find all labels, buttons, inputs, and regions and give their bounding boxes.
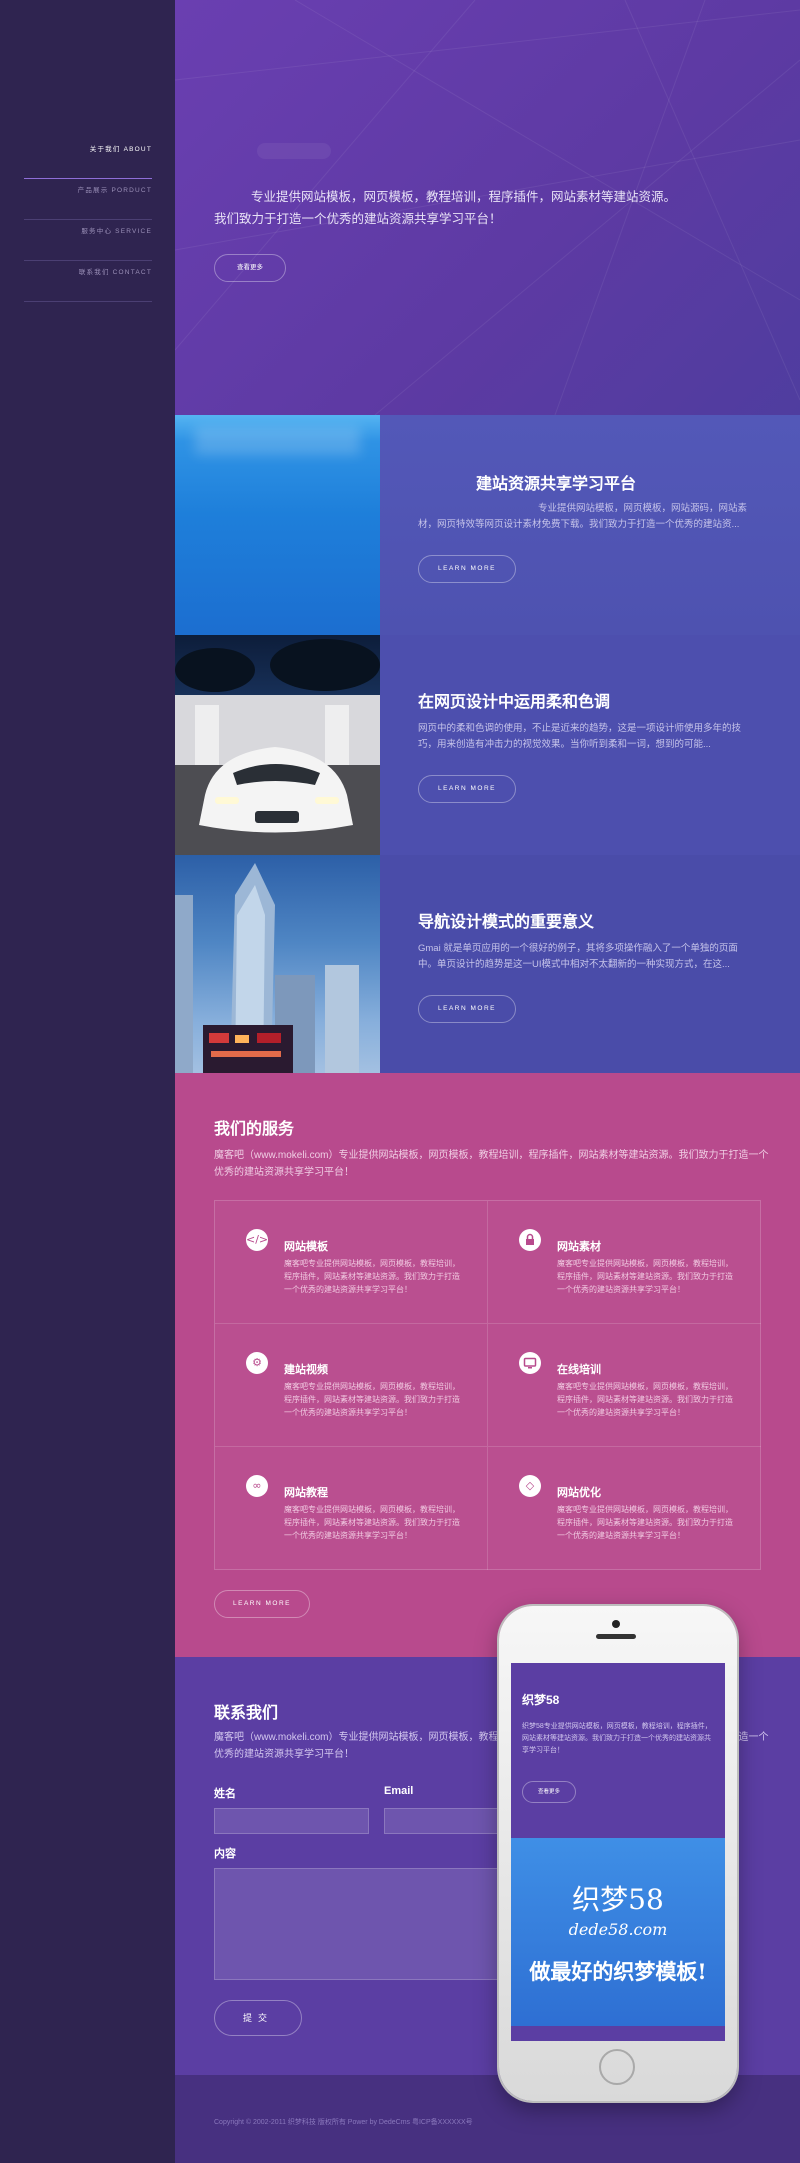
hero-title-placeholder <box>257 143 331 159</box>
link-icon: ∞ <box>246 1475 268 1497</box>
feature-body: 建站资源共享学习平台 专业提供网站模板，网页模板，网站源码，网站素材，网页特效等… <box>380 415 800 635</box>
nav-item-label-cn: 关于我们 <box>89 146 121 153</box>
phone-screen-title: 织梦58 <box>522 1693 560 1707</box>
feature-body: 导航设计模式的重要意义 Gmai 就是单页应用的一个很好的例子，其将多项操作融入… <box>380 855 800 1075</box>
nav-item-about[interactable]: 关于我们 ABOUT <box>24 138 152 179</box>
nav-item-product[interactable]: 产品展示 PORDUCT <box>24 179 152 220</box>
phone-camera <box>612 1620 620 1628</box>
diamond-icon: ◇ <box>519 1475 541 1497</box>
phone-more-button[interactable]: 查看更多 <box>522 1781 576 1803</box>
feature-row-2: 在网页设计中运用柔和色调 网页中的柔和色调的使用，不止是近来的趋势，这是一项设计… <box>175 635 800 855</box>
nav-item-label-cn: 联系我们 <box>78 269 110 276</box>
services-title: 我们的服务 <box>214 1121 295 1138</box>
car-illustration <box>175 639 380 855</box>
email-label: Email <box>384 1785 414 1797</box>
code-icon: </> <box>246 1229 268 1251</box>
service-card-tutorials[interactable]: ∞ 网站教程 魔客吧专业提供网站模板，网页模板，教程培训，程序插件，网站素材等建… <box>215 1447 488 1570</box>
phone-screen-text: 织梦58专业提供网站模板，网页模板，教程培训，程序插件，网站素材等建站资源。我们… <box>522 1723 712 1754</box>
email-field[interactable] <box>384 1808 514 1834</box>
feature-body: 在网页设计中运用柔和色调 网页中的柔和色调的使用，不止是近来的趋势，这是一项设计… <box>380 635 800 855</box>
feature-row-3: 导航设计模式的重要意义 Gmai 就是单页应用的一个很好的例子，其将多项操作融入… <box>175 855 800 1075</box>
service-name: 网站优化 <box>557 1487 601 1499</box>
nav-item-label-en: ABOUT <box>123 146 152 153</box>
hero-section: 专业提供网站模板，网页模板，教程培训，程序插件，网站素材等建站资源。 我们致力于… <box>175 0 800 415</box>
content-textarea[interactable] <box>214 1868 514 1980</box>
phone-speaker <box>596 1634 636 1639</box>
service-desc: 魔客吧专业提供网站模板，网页模板，教程培训，程序插件，网站素材等建站资源。我们致… <box>284 1505 460 1540</box>
learn-more-button[interactable]: LEARN MORE <box>418 555 516 583</box>
service-card-templates[interactable]: </> 网站模板 魔客吧专业提供网站模板，网页模板，教程培训，程序插件，网站素材… <box>215 1201 488 1324</box>
learn-more-button[interactable]: LEARN MORE <box>418 995 516 1023</box>
service-desc: 魔客吧专业提供网站模板，网页模板，教程培训，程序插件，网站素材等建站资源。我们致… <box>557 1259 733 1294</box>
service-desc: 魔客吧专业提供网站模板，网页模板，教程培训，程序插件，网站素材等建站资源。我们致… <box>557 1505 733 1540</box>
service-name: 在线培训 <box>557 1364 601 1376</box>
buildings-illustration <box>175 863 359 1075</box>
contact-title: 联系我们 <box>214 1705 279 1722</box>
feature-desc: 专业提供网站模板，网页模板，网站源码，网站素材，网页特效等网页设计素材免费下载。… <box>418 503 748 530</box>
service-desc: 魔客吧专业提供网站模板，网页模板，教程培训，程序插件，网站素材等建站资源。我们致… <box>284 1259 460 1294</box>
services-section: 我们的服务 魔客吧（www.mokeli.com）专业提供网站模板，网页模板，教… <box>175 1073 800 1657</box>
nav-item-label-en: PORDUCT <box>111 187 152 194</box>
name-label: 姓名 <box>214 1788 236 1800</box>
banner-slogan: 做最好的织梦模板! <box>529 1959 707 1984</box>
banner-logo: 织梦58 <box>572 1883 664 1916</box>
hero-text: 专业提供网站模板，网页模板，教程培训，程序插件，网站素材等建站资源。 我们致力于… <box>214 186 774 230</box>
monitor-icon <box>519 1352 541 1374</box>
phone-screen: 织梦58 织梦58专业提供网站模板，网页模板，教程培训，程序插件，网站素材等建站… <box>511 1663 725 2041</box>
main-nav: 关于我们 ABOUT 产品展示 PORDUCT 服务中心 SERVICE 联系我们 CO… <box>24 138 152 302</box>
service-name: 网站模板 <box>284 1241 328 1253</box>
feature-title: 建站资源共享学习平台 <box>476 476 637 493</box>
feature-image-car <box>175 635 380 855</box>
service-name: 建站视频 <box>284 1364 328 1376</box>
hero-more-button[interactable]: 查看更多 <box>214 254 286 282</box>
phone-banner: 织梦58 dede58.com 做最好的织梦模板! <box>511 1838 725 2026</box>
learn-more-button[interactable]: LEARN MORE <box>418 775 516 803</box>
service-desc: 魔客吧专业提供网站模板，网页模板，教程培训，程序插件，网站素材等建站资源。我们致… <box>284 1382 460 1417</box>
services-grid: </> 网站模板 魔客吧专业提供网站模板，网页模板，教程培训，程序插件，网站素材… <box>214 1200 761 1570</box>
feature-row-1: 建站资源共享学习平台 专业提供网站模板，网页模板，网站源码，网站素材，网页特效等… <box>175 415 800 635</box>
service-desc: 魔客吧专业提供网站模板，网页模板，教程培训，程序插件，网站素材等建站资源。我们致… <box>557 1382 733 1417</box>
submit-button[interactable]: 提交 <box>214 2000 302 2036</box>
nav-item-contact[interactable]: 联系我们 CONTACT <box>24 261 152 302</box>
phone-home-button[interactable] <box>599 2049 635 2085</box>
nav-item-label-cn: 产品展示 <box>77 187 109 194</box>
content-label: 内容 <box>214 1848 236 1860</box>
phone-mockup: 织梦58 织梦58专业提供网站模板，网页模板，教程培训，程序插件，网站素材等建站… <box>499 1606 737 2101</box>
hero-line-1: 专业提供网站模板，网页模板，教程培训，程序插件，网站素材等建站资源。 <box>251 190 677 204</box>
banner-domain: dede58.com <box>568 1920 668 1939</box>
services-intro: 魔客吧（www.mokeli.com）专业提供网站模板，网页模板，教程培训，程序… <box>214 1150 769 1178</box>
feature-image-blue <box>175 415 380 635</box>
feature-desc: Gmai 就是单页应用的一个很好的例子，其将多项操作融入了一个单独的页面中。单页… <box>418 943 738 970</box>
nav-item-label-cn: 服务中心 <box>81 228 113 235</box>
service-card-seo[interactable]: ◇ 网站优化 魔客吧专业提供网站模板，网页模板，教程培训，程序插件，网站素材等建… <box>488 1447 761 1570</box>
service-card-training[interactable]: 在线培训 魔客吧专业提供网站模板，网页模板，教程培训，程序插件，网站素材等建站资… <box>488 1324 761 1447</box>
name-field[interactable] <box>214 1808 369 1834</box>
service-card-videos[interactable]: ⚙ 建站视频 魔客吧专业提供网站模板，网页模板，教程培训，程序插件，网站素材等建… <box>215 1324 488 1447</box>
feature-image-buildings <box>175 855 380 1075</box>
service-card-materials[interactable]: 网站素材 魔客吧专业提供网站模板，网页模板，教程培训，程序插件，网站素材等建站资… <box>488 1201 761 1324</box>
copyright-text: Copyright © 2002-2011 织梦科技 版权所有 Power by… <box>214 2119 473 2126</box>
gear-icon: ⚙ <box>246 1352 268 1374</box>
service-name: 网站教程 <box>284 1487 328 1499</box>
lock-icon <box>519 1229 541 1251</box>
services-learn-more-button[interactable]: LEARN MORE <box>214 1590 310 1618</box>
hero-line-2: 我们致力于打造一个优秀的建站资源共享学习平台！ <box>214 212 502 226</box>
service-name: 网站素材 <box>557 1241 601 1253</box>
feature-title: 在网页设计中运用柔和色调 <box>418 694 611 711</box>
nav-item-label-en: CONTACT <box>112 269 152 276</box>
feature-desc: 网页中的柔和色调的使用，不止是近来的趋势，这是一项设计师使用多年的技巧，用来创造… <box>418 723 742 750</box>
feature-title: 导航设计模式的重要意义 <box>418 914 595 931</box>
sidebar: 关于我们 ABOUT 产品展示 PORDUCT 服务中心 SERVICE 联系我们 CO… <box>0 0 175 2163</box>
nav-item-service[interactable]: 服务中心 SERVICE <box>24 220 152 261</box>
nav-item-label-en: SERVICE <box>115 228 152 235</box>
